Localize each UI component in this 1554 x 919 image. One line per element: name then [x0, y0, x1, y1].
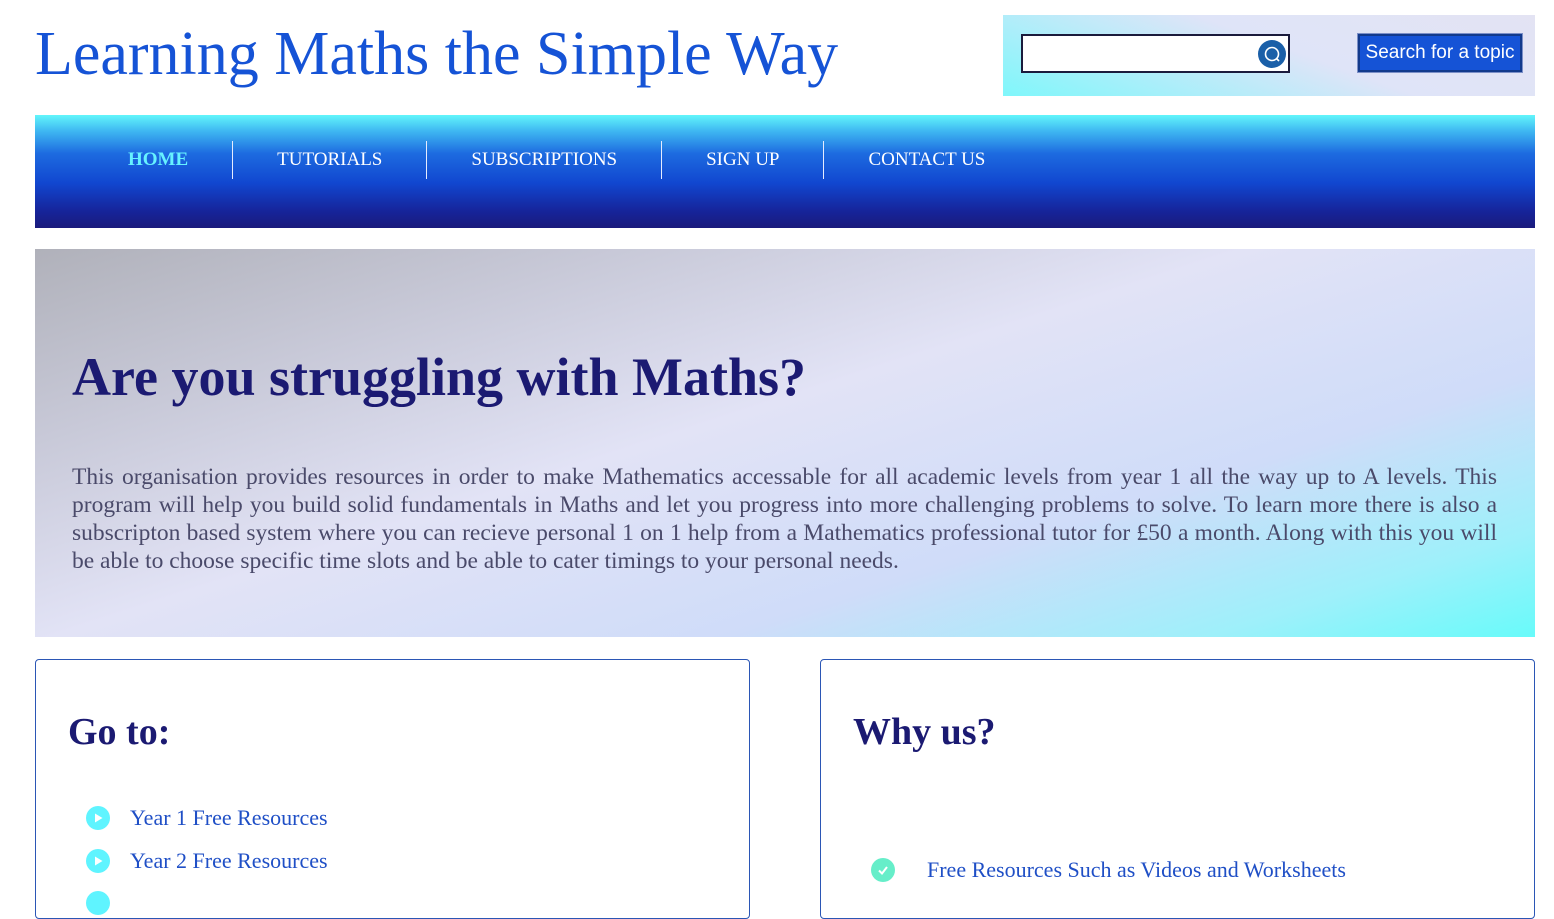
feature-item: Free Resources Such as Videos and Worksh… [871, 857, 1346, 883]
goto-title: Go to: [68, 711, 171, 753]
link-label: Year 2 Free Resources [130, 848, 328, 873]
hero-banner: Are you struggling with Maths? This orga… [35, 249, 1535, 637]
link-year2-resources[interactable]: Year 2 Free Resources [86, 848, 328, 874]
hero-title: Are you struggling with Maths? [72, 347, 807, 407]
search-panel: Search for a topic [1003, 15, 1535, 96]
search-box[interactable] [1021, 34, 1290, 73]
goto-panel: Go to: Year 1 Free Resources Year 2 Free… [35, 659, 750, 919]
link-year1-resources[interactable]: Year 1 Free Resources [86, 805, 328, 831]
search-topic-button[interactable]: Search for a topic [1357, 33, 1523, 73]
nav-contact-us[interactable]: CONTACT US [824, 141, 1029, 179]
link-label: Year 1 Free Resources [130, 805, 328, 830]
search-icon[interactable] [1258, 40, 1286, 68]
nav-tutorials[interactable]: TUTORIALS [233, 141, 428, 179]
hero-description: This organisation provides resources in … [72, 464, 1497, 574]
site-title: Learning Maths the Simple Way [35, 20, 839, 88]
why-us-panel: Why us? Free Resources Such as Videos an… [820, 659, 1535, 919]
nav-subscriptions[interactable]: SUBSCRIPTIONS [427, 141, 663, 179]
why-us-title: Why us? [853, 711, 996, 753]
nav-sign-up[interactable]: SIGN UP [662, 141, 825, 179]
nav-home[interactable]: HOME [84, 141, 234, 179]
play-circle-icon [86, 806, 110, 830]
check-circle-icon [871, 858, 895, 882]
main-nav: HOME TUTORIALS SUBSCRIPTIONS SIGN UP CON… [35, 115, 1535, 228]
play-circle-icon [86, 891, 110, 915]
play-circle-icon [86, 849, 110, 873]
feature-label: Free Resources Such as Videos and Worksh… [927, 857, 1346, 882]
search-input[interactable] [1023, 36, 1253, 71]
